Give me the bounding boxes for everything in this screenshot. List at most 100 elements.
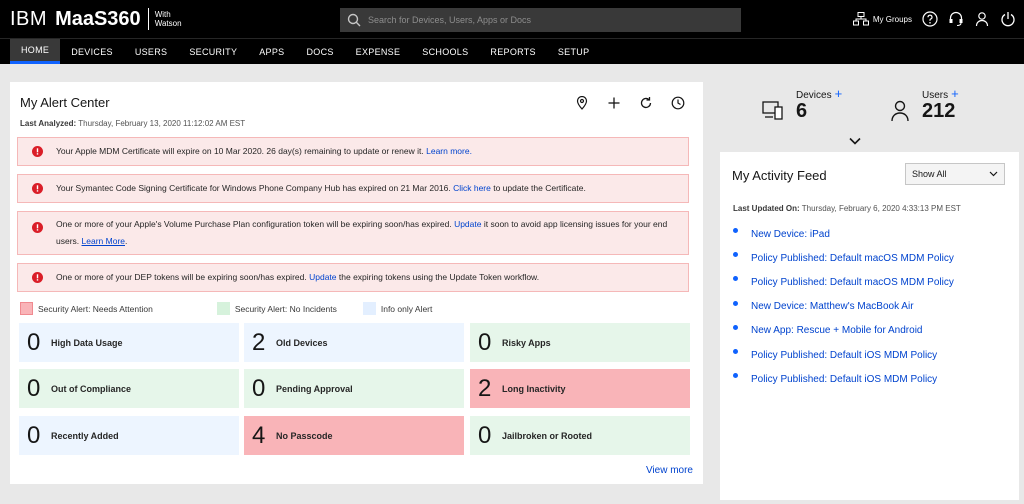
nav-expense[interactable]: EXPENSE [345,39,412,64]
chevron-down-icon [989,171,998,177]
brand-product: MaaS360 [55,7,141,30]
nav-home[interactable]: HOME [10,39,61,64]
nav-schools[interactable]: SCHOOLS [411,39,479,64]
tile-label: Jailbroken or Rooted [502,430,593,441]
nav-docs[interactable]: DOCS [295,39,344,64]
search-icon[interactable] [340,8,368,32]
devices-icon [762,101,783,120]
add-device-icon[interactable]: + [835,86,843,101]
tile-jailbroken-or-rooted[interactable]: 0 Jailbroken or Rooted [470,416,690,455]
alert-center-card: My Alert Center Last Analyzed: Thursday,… [10,82,703,484]
add-user-icon[interactable]: + [951,86,959,101]
learn-more-vpp-link[interactable]: Learn More [82,236,125,246]
my-groups-button[interactable]: My Groups [852,12,912,26]
refresh-icon[interactable] [639,96,653,110]
alert-error-icon [18,222,56,233]
activity-feed-title: My Activity Feed [732,168,827,183]
feed-item[interactable]: New Device: Matthew's MacBook Air [733,295,954,319]
tile-recently-added[interactable]: 0 Recently Added [19,416,239,455]
tile-out-of-compliance[interactable]: 0 Out of Compliance [19,369,239,408]
top-icons: My Groups [852,8,1016,30]
tile-count: 0 [478,421,492,449]
feed-item[interactable]: New App: Rescue + Mobile for Android [733,319,954,343]
nav-devices[interactable]: DEVICES [60,39,124,64]
location-pin-icon[interactable] [575,96,589,110]
tile-label: Long Inactivity [502,383,566,394]
feed-item[interactable]: Policy Published: Default iOS MDM Policy [733,367,954,391]
tile-high-data-usage[interactable]: 0 High Data Usage [19,323,239,362]
users-count[interactable]: 212 [922,100,955,123]
tile-label: Recently Added [51,430,119,441]
click-here-link[interactable]: Click here [453,183,491,193]
tile-count: 0 [27,421,41,449]
brand-with-watson: With Watson [154,10,182,28]
tile-count: 0 [478,328,492,356]
power-logout-icon[interactable] [1000,11,1016,27]
history-clock-icon[interactable] [671,96,685,110]
tile-no-passcode[interactable]: 4 No Passcode [244,416,464,455]
feed-item[interactable]: Policy Published: Default macOS MDM Poli… [733,270,954,294]
alert-banner-dep-token: One or more of your DEP tokens will be e… [17,263,689,292]
tile-long-inactivity[interactable]: 2 Long Inactivity [470,369,690,408]
legend-no-incidents: Security Alert: No Incidents [216,302,337,315]
activity-feed-card: My Activity Feed Show All Last Updated O… [720,152,1019,500]
tile-pending-approval[interactable]: 0 Pending Approval [244,369,464,408]
users-stat-label[interactable]: Users + [922,86,959,101]
legend-info-only: Info only Alert [362,302,432,315]
support-headset-icon[interactable] [948,11,964,27]
update-dep-link[interactable]: Update [309,272,336,282]
tile-count: 0 [27,374,41,402]
nav-users[interactable]: USERS [124,39,179,64]
groups-icon [852,12,869,26]
nav-security[interactable]: SECURITY [178,39,248,64]
my-groups-label: My Groups [872,14,912,24]
nav-reports[interactable]: REPORTS [479,39,546,64]
alert-center-title: My Alert Center [20,95,110,110]
nav-setup[interactable]: SETUP [547,39,601,64]
tile-label: High Data Usage [51,337,123,348]
feed-item[interactable]: New Device: iPad [733,222,954,246]
feed-item[interactable]: Policy Published: Default iOS MDM Policy [733,343,954,367]
tile-old-devices[interactable]: 2 Old Devices [244,323,464,362]
user-profile-icon[interactable] [974,11,990,27]
brand-ibm: IBM [10,7,48,30]
devices-stat-label[interactable]: Devices + [796,86,842,101]
tile-count: 2 [478,374,492,402]
activity-filter-value: Show All [912,169,947,179]
activity-feed-list: New Device: iPad Policy Published: Defau… [733,222,954,391]
chevron-down-icon[interactable] [849,137,861,145]
alert-banner-mdm-certificate: Your Apple MDM Certificate will expire o… [17,137,689,166]
users-icon [891,100,909,122]
alert-banner-symantec-certificate: Your Symantec Code Signing Certificate f… [17,174,689,203]
brand-separator [147,8,149,30]
alert-legend: Security Alert: Needs Attention Security… [20,302,454,315]
feed-item[interactable]: Policy Published: Default macOS MDM Poli… [733,246,954,270]
nav-apps[interactable]: APPS [248,39,295,64]
learn-more-link[interactable]: Learn more. [426,146,472,156]
alert-banner-vpp-token: One or more of your Apple's Volume Purch… [17,211,689,255]
activity-filter-select[interactable]: Show All [905,163,1005,185]
tile-label: No Passcode [276,430,333,441]
brand-logo[interactable]: IBM MaaS360 With Watson [10,6,182,32]
top-bar: IBM MaaS360 WithWatson My Groups [0,0,1024,38]
tile-label: Pending Approval [276,383,353,394]
main-nav: HOME DEVICES USERS SECURITY APPS DOCS EX… [0,38,1024,64]
tile-count: 0 [252,374,266,402]
alert-error-icon [18,183,56,194]
tile-count: 4 [252,421,266,449]
search-input[interactable] [368,15,728,25]
last-analyzed: Last Analyzed: Thursday, February 13, 20… [20,119,246,128]
tile-label: Out of Compliance [51,383,132,394]
feed-last-updated: Last Updated On: Thursday, February 6, 2… [733,204,961,213]
update-vpp-link[interactable]: Update [454,219,481,229]
tile-count: 2 [252,328,266,356]
global-search [340,8,741,32]
alert-error-icon [18,146,56,157]
add-icon[interactable] [607,96,621,110]
tile-risky-apps[interactable]: 0 Risky Apps [470,323,690,362]
alert-error-icon [18,272,56,283]
view-more-link[interactable]: View more [646,465,693,476]
tile-count: 0 [27,328,41,356]
help-icon[interactable] [922,11,938,27]
devices-count[interactable]: 6 [796,100,807,123]
